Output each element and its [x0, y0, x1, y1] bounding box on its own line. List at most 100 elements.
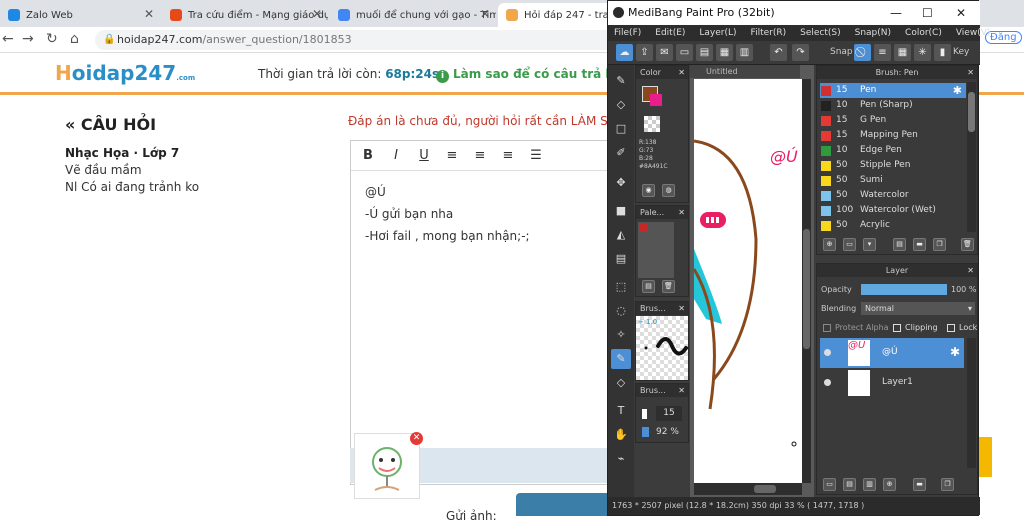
text-tool-icon[interactable]: T — [611, 401, 631, 421]
eyedropper-icon[interactable]: ⌁ — [611, 449, 631, 469]
back-icon[interactable]: ← — [2, 31, 14, 47]
underline-button[interactable]: U — [417, 148, 431, 163]
menu-snap[interactable]: Snap(N) — [855, 25, 891, 41]
undo-icon[interactable]: ↶ — [770, 44, 787, 61]
blending-select[interactable]: Normal ▾ — [861, 302, 975, 315]
lock-checkbox[interactable] — [947, 324, 955, 332]
select-pen-icon[interactable]: ✎ — [611, 349, 631, 369]
brush-item[interactable]: 50 Sumi — [820, 173, 966, 188]
menu-file[interactable]: File(F) — [614, 25, 641, 41]
menu-select[interactable]: Select(S) — [800, 25, 841, 41]
brush-item[interactable]: 50 Acrylic — [820, 218, 966, 233]
transparent-swatch[interactable] — [644, 116, 660, 132]
snap-parallel-icon[interactable]: ≡ — [874, 44, 891, 61]
close-icon[interactable]: ✕ — [678, 302, 685, 315]
palette-icon[interactable]: ◉ — [642, 184, 655, 197]
panel-icon[interactable]: ▭ — [676, 44, 693, 61]
canvas-tab[interactable]: Untitled — [690, 65, 800, 78]
gear-icon[interactable]: ✱ — [953, 83, 962, 98]
clipping-checkbox[interactable] — [893, 324, 901, 332]
brush-scrollbar[interactable] — [967, 82, 976, 232]
opacity-slider[interactable] — [861, 284, 947, 295]
close-icon[interactable]: ✕ — [678, 66, 685, 79]
delete-swatch-icon[interactable]: 🗑 — [662, 280, 675, 293]
fill-shape-icon[interactable]: ■ — [611, 201, 631, 221]
brush-opacity-value[interactable]: 92 % — [656, 425, 686, 439]
layer-row[interactable]: Layer1 — [820, 368, 964, 398]
bold-button[interactable]: B — [361, 148, 375, 163]
color-wheel-icon[interactable]: ◍ — [662, 184, 675, 197]
justify-icon[interactable]: ☰ — [529, 148, 543, 163]
align-right-icon[interactable]: ≡ — [501, 148, 515, 163]
move-tool-icon[interactable]: ✥ — [611, 173, 631, 193]
align-left-icon[interactable]: ≡ — [445, 148, 459, 163]
layer-add-menu-icon[interactable]: ⊕ — [883, 478, 896, 491]
share-icon[interactable]: ⇪ — [636, 44, 653, 61]
brush-add-icon[interactable]: ⊕ — [823, 238, 836, 251]
brush-item[interactable]: 50 Watercolor — [820, 188, 966, 203]
brush-item[interactable]: 15 Mapping Pen — [820, 128, 966, 143]
canvas-hscroll[interactable] — [694, 483, 802, 495]
secondary-color-swatch[interactable] — [650, 94, 662, 106]
brush-size-input[interactable]: 15 — [656, 406, 682, 421]
gradient-tool-icon[interactable]: ▤ — [611, 249, 631, 269]
minimize-icon[interactable]: — — [890, 1, 902, 25]
snap-grid-icon[interactable]: ▦ — [894, 44, 911, 61]
magic-wand-icon[interactable]: ✧ — [611, 325, 631, 345]
maximize-icon[interactable]: ☐ — [922, 1, 933, 25]
brush-item[interactable]: 10 Edge Pen — [820, 143, 966, 158]
tab-hoidap247[interactable]: Hỏi đáp 247 - trang tr — [498, 3, 618, 27]
scroll-thumb[interactable] — [754, 485, 776, 493]
lasso-tool-icon[interactable]: ◌ — [611, 301, 631, 321]
snap-off-icon[interactable]: ⃠ — [854, 44, 871, 61]
add-swatch-icon[interactable]: ▤ — [642, 280, 655, 293]
visibility-icon[interactable] — [824, 379, 831, 386]
close-icon[interactable]: ✕ — [144, 7, 154, 21]
submit-button[interactable] — [516, 493, 616, 516]
site-logo[interactable]: Hoidap247.com — [55, 61, 195, 85]
brush-new-icon[interactable]: ▭ — [843, 238, 856, 251]
brush-item[interactable]: 15 Pen ✱ — [820, 83, 966, 98]
home-icon[interactable]: ⌂ — [70, 31, 79, 47]
bucket-tool-icon[interactable]: ◭ — [611, 225, 631, 245]
menu-color[interactable]: Color(C) — [905, 25, 942, 41]
menu-view[interactable]: View(V) — [956, 25, 991, 41]
frames-icon[interactable]: ▥ — [736, 44, 753, 61]
comment-icon[interactable]: ✉ — [656, 44, 673, 61]
layer-new-icon[interactable]: ▭ — [823, 478, 836, 491]
menu-layer[interactable]: Layer(L) — [699, 25, 736, 41]
close-icon[interactable]: ✕ — [678, 384, 685, 397]
scroll-thumb[interactable] — [968, 92, 975, 132]
layer-scrollbar[interactable] — [967, 338, 976, 468]
canvas-vscroll[interactable] — [802, 79, 811, 483]
brush-item[interactable]: 50 Stipple Pen — [820, 158, 966, 173]
menu-edit[interactable]: Edit(E) — [655, 25, 685, 41]
brush-item[interactable]: 10 Pen (Sharp) — [820, 98, 966, 113]
redo-icon[interactable]: ↷ — [792, 44, 809, 61]
forward-icon[interactable]: → — [22, 31, 34, 47]
close-icon[interactable]: ✕ — [678, 206, 685, 219]
grid-icon[interactable]: ▦ — [716, 44, 733, 61]
close-icon[interactable]: ✕ — [480, 7, 490, 21]
layer-row[interactable]: @Ú @Ú ✱ — [820, 338, 964, 368]
scroll-thumb[interactable] — [803, 229, 810, 349]
align-center-icon[interactable]: ≡ — [473, 148, 487, 163]
italic-button[interactable]: I — [389, 148, 403, 163]
select-eraser-icon[interactable]: ◇ — [611, 373, 631, 393]
close-icon[interactable]: ✕ — [967, 66, 974, 79]
brush-tool-icon[interactable]: ✎ — [611, 71, 631, 91]
brush-folder-icon[interactable]: ▬ — [913, 238, 926, 251]
visibility-icon[interactable] — [824, 349, 831, 356]
dot-tool-icon[interactable]: ✐ — [611, 143, 631, 163]
tab-google-search[interactable]: muối để chung với gạo - Tìm ✕ — [330, 3, 496, 27]
brush-dup-icon[interactable]: ❐ — [933, 238, 946, 251]
select-tool-icon[interactable]: ⬚ — [611, 277, 631, 297]
cloud-icon[interactable]: ☁ — [616, 44, 633, 61]
brush-item[interactable]: 100 Watercolor (Wet) — [820, 203, 966, 218]
close-window-icon[interactable]: ✕ — [956, 1, 966, 25]
eraser-tool-icon[interactable]: ◇ — [611, 95, 631, 115]
layer-duplicate-icon[interactable]: ❐ — [941, 478, 954, 491]
palette-swatch[interactable] — [639, 223, 648, 232]
close-icon[interactable]: ✕ — [967, 264, 974, 277]
layer-folder-icon[interactable]: ▬ — [913, 478, 926, 491]
